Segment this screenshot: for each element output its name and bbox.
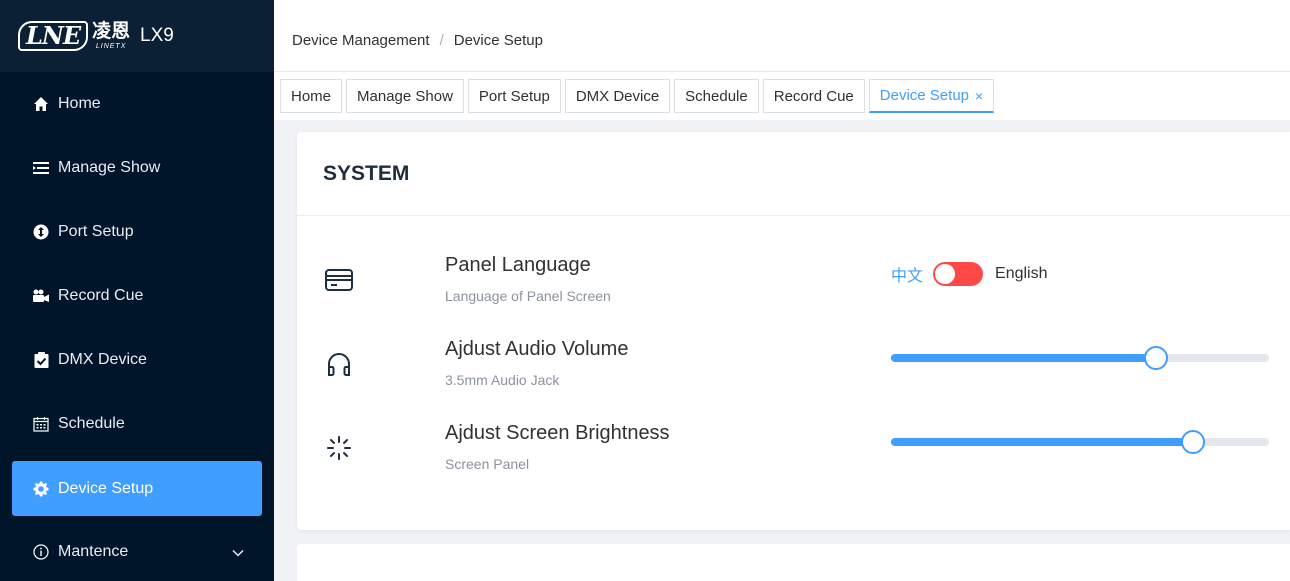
tab-record-cue[interactable]: Record Cue [762,79,865,113]
tab-port-setup[interactable]: Port Setup [467,79,561,113]
logo-en-text: LINETX [95,42,127,50]
tab-device-setup[interactable]: Device Setup × [868,79,995,113]
tab-schedule[interactable]: Schedule [674,79,759,113]
language-toggle[interactable] [933,262,984,286]
sidebar-item-mantence[interactable]: Mantence [0,520,274,581]
tab-manage-show[interactable]: Manage Show [346,79,464,113]
sidebar-item-label: Manage Show [58,159,161,176]
card-icon [323,264,355,296]
camera-icon [32,287,50,305]
slider-fill [891,438,1194,446]
sidebar-item-port-setup[interactable]: Port Setup [0,200,274,264]
logo-cn-text: 凌恩 [92,20,131,42]
info-icon [32,543,50,561]
port-icon [32,223,50,241]
close-icon[interactable]: × [975,88,983,104]
tab-label: Home [291,87,332,105]
sidebar: LNE 凌恩 LINETX LX9 Home Manage Show Port … [0,0,274,581]
main-content: SYSTEM Panel Language Language of Panel … [274,120,1290,581]
tab-label: Device Setup [879,87,969,104]
tab-bar: Home Manage Show Port Setup DMX Device S… [274,72,1290,120]
logo-text: 凌恩 LINETX [92,20,131,51]
time-card: Ti [297,544,1290,581]
setting-title: Ajdust Audio Volume [445,338,629,360]
breadcrumb-parent[interactable]: Device Management [292,32,430,49]
tab-label: Schedule [685,87,748,105]
brightness-slider[interactable] [891,430,1269,454]
sidebar-item-label: Home [58,95,101,112]
tab-label: DMX Device [575,87,660,105]
language-switch: 中文 English [891,262,1048,286]
calendar-icon [32,415,50,433]
sidebar-item-label: Schedule [58,415,125,432]
sidebar-item-label: Port Setup [58,223,134,240]
brand-header: LNE 凌恩 LINETX LX9 [0,0,274,72]
sidebar-item-label: DMX Device [58,351,147,368]
tab-label: Record Cue [773,87,854,105]
sidebar-item-label: Device Setup [58,479,154,497]
slider-handle[interactable] [1143,346,1168,370]
setting-subtitle: Screen Panel [445,456,530,472]
chevron-down-icon [232,544,244,560]
clipboard-check-icon [32,351,50,369]
sidebar-item-device-setup[interactable]: Device Setup [12,461,262,516]
setting-title: Panel Language [445,254,591,276]
setting-row-brightness: Ajdust Screen Brightness Screen Panel [297,414,1290,494]
language-option-english[interactable]: English [995,265,1047,283]
sidebar-menu: Home Manage Show Port Setup Record Cue D… [0,72,274,581]
model-name: LX9 [140,25,174,46]
setting-title: Ajdust Screen Brightness [445,422,670,444]
breadcrumb-separator: / [439,32,444,49]
section-title: SYSTEM [297,132,1290,216]
volume-slider[interactable] [891,346,1269,370]
setting-row-volume: Ajdust Audio Volume 3.5mm Audio Jack [297,330,1290,410]
tab-dmx-device[interactable]: DMX Device [564,79,671,113]
breadcrumb-current: Device Setup [453,32,543,49]
sidebar-item-home[interactable]: Home [0,72,274,136]
list-icon [32,159,50,177]
setting-row-language: Panel Language Language of Panel Screen … [297,246,1290,326]
sidebar-item-manage-show[interactable]: Manage Show [0,136,274,200]
tab-label: Port Setup [478,87,550,105]
breadcrumb: Device Management / Device Setup [274,10,1290,72]
brightness-icon [323,432,355,464]
sidebar-item-label: Record Cue [58,287,144,304]
tab-home[interactable]: Home [280,79,343,113]
logo-mark: LNE [18,21,89,51]
sidebar-item-label: Mantence [58,543,129,560]
brand-logo: LNE 凌恩 LINETX [18,16,134,56]
sidebar-item-dmx-device[interactable]: DMX Device [0,328,274,392]
system-card: SYSTEM Panel Language Language of Panel … [297,132,1290,530]
language-option-chinese[interactable]: 中文 [891,262,923,286]
headphones-icon [323,348,355,380]
tab-label: Manage Show [357,87,453,105]
gear-icon [32,480,50,498]
setting-subtitle: 3.5mm Audio Jack [445,372,560,388]
home-icon [32,95,50,113]
slider-fill [891,354,1156,362]
slider-handle[interactable] [1181,430,1206,454]
setting-subtitle: Language of Panel Screen [445,288,611,304]
sidebar-item-schedule[interactable]: Schedule [0,392,274,456]
sidebar-item-record-cue[interactable]: Record Cue [0,264,274,328]
toggle-knob [935,264,956,284]
